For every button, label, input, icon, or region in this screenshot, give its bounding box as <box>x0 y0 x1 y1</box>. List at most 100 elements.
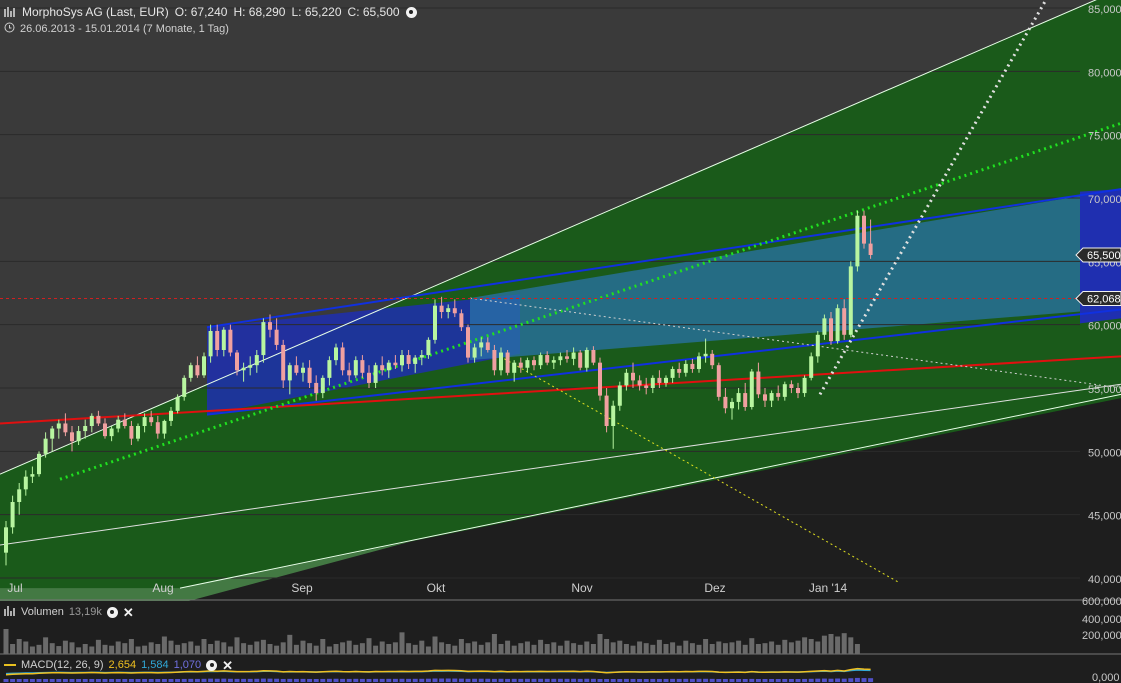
macd-histogram-bar <box>115 679 121 682</box>
volume-bar <box>29 646 35 654</box>
candle-body <box>142 417 147 426</box>
volume-label: Volumen <box>21 606 64 618</box>
candle-body <box>182 377 187 397</box>
candle-body <box>650 377 655 388</box>
instrument-title: MorphoSys AG (Last, EUR) <box>22 5 169 19</box>
settings-circle-icon[interactable] <box>405 6 417 18</box>
macd-histogram-bar <box>868 678 874 682</box>
macd-histogram-bar <box>755 679 761 682</box>
candle-body <box>815 334 820 357</box>
macd-histogram-bar <box>62 679 68 682</box>
volume-bar <box>56 646 62 654</box>
bar-chart-icon <box>4 6 16 18</box>
macd-histogram-bar <box>551 678 557 682</box>
macd-histogram-bar <box>729 679 735 682</box>
volume-bar <box>630 645 636 654</box>
candle-body <box>637 380 642 386</box>
volume-settings-icon[interactable] <box>106 606 118 618</box>
close-value: C: 65,500 <box>347 5 400 19</box>
candle-body <box>551 360 556 363</box>
candle-body <box>274 329 279 345</box>
volume-bar <box>617 640 623 654</box>
macd-histogram-bar <box>366 678 372 682</box>
candle-body <box>215 331 220 350</box>
volume-bar <box>135 646 141 654</box>
macd-settings-icon[interactable] <box>206 659 218 671</box>
volume-bar <box>491 634 497 654</box>
volume-bar <box>359 643 365 654</box>
volume-bar <box>637 641 643 654</box>
candle-body <box>710 353 715 366</box>
volume-bar <box>623 644 629 654</box>
macd-histogram-bar <box>571 678 577 682</box>
volume-bar <box>854 644 860 654</box>
volume-bar <box>214 640 220 654</box>
macd-histogram-value: 1,070 <box>173 659 202 671</box>
volume-bar <box>234 637 240 654</box>
macd-histogram-bar <box>689 678 695 682</box>
candle-body <box>822 318 827 335</box>
macd-histogram-bar <box>643 679 649 682</box>
volume-bar <box>452 645 458 654</box>
macd-histogram-bar <box>775 679 781 682</box>
macd-histogram-bar <box>16 679 22 682</box>
candle-body <box>756 371 761 395</box>
macd-histogram-bar <box>465 678 471 682</box>
candle-body <box>855 215 860 267</box>
x-tick-label: Dez <box>704 581 725 595</box>
volume-bar <box>392 642 398 654</box>
candle-body <box>743 393 748 407</box>
macd-histogram-bar <box>379 678 385 682</box>
macd-histogram-bar <box>307 678 313 682</box>
macd-histogram-bar <box>386 678 392 682</box>
volume-bar <box>254 641 260 654</box>
macd-histogram-bar <box>161 679 167 682</box>
candle-body <box>703 353 708 357</box>
volume-close-icon[interactable]: ✕ <box>123 606 134 619</box>
volume-bar <box>247 644 253 654</box>
macd-histogram-bar <box>287 678 293 682</box>
volume-bar <box>419 640 425 654</box>
volume-header: Volumen 13,19k ✕ <box>4 605 134 619</box>
macd-histogram-bar <box>56 679 62 682</box>
y-tick-label: 75,000 <box>1088 131 1121 143</box>
macd-close-icon[interactable]: ✕ <box>222 659 233 672</box>
macd-histogram-bar <box>703 678 709 682</box>
candle-body <box>122 419 127 426</box>
macd-histogram-bar <box>524 678 530 682</box>
volume-bar <box>821 635 827 654</box>
volume-bar <box>366 638 372 654</box>
macd-histogram-bar <box>234 678 240 682</box>
chart-canvas: Jul Aug Sep Okt Nov Dez Jan '14 85,000 80,000 75,… <box>0 0 1121 683</box>
volume-bar <box>201 639 207 654</box>
volume-bar <box>604 639 610 654</box>
macd-histogram-bar <box>656 678 662 682</box>
macd-histogram-bar <box>498 678 504 682</box>
candle-body <box>202 356 206 376</box>
macd-histogram-bar <box>201 678 207 682</box>
candle-body <box>545 355 550 363</box>
macd-histogram-bar <box>221 678 227 682</box>
candle-body <box>446 308 451 312</box>
volume-bar <box>472 641 478 654</box>
candle-body <box>670 369 675 378</box>
candle-body <box>4 527 8 553</box>
candle-body <box>796 388 800 394</box>
candle-body <box>716 365 721 397</box>
candle-body <box>294 365 299 373</box>
x-tick-label: Okt <box>427 581 446 595</box>
volume-bar <box>775 644 781 654</box>
candle-body <box>70 432 74 442</box>
macd-histogram-bar <box>214 678 220 682</box>
candle-body <box>439 305 444 312</box>
candle-body <box>367 372 371 383</box>
chart-header: MorphoSys AG (Last, EUR) O: 67,240 H: 68… <box>4 5 417 19</box>
volume-bar <box>23 641 29 654</box>
volume-bar <box>742 644 748 654</box>
volume-bar <box>260 639 266 654</box>
volume-bar <box>95 639 101 654</box>
candle-body <box>30 474 35 477</box>
macd-histogram-bar <box>293 678 299 682</box>
volume-bar <box>142 645 148 654</box>
macd-histogram-bar <box>630 678 636 682</box>
